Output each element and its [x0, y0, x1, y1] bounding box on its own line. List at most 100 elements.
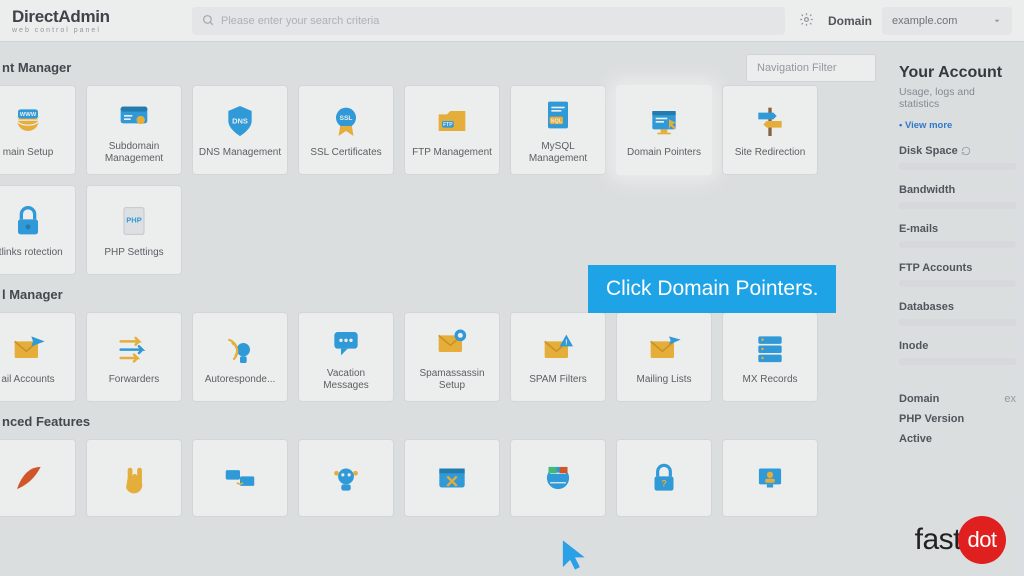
tile-domain-pointers[interactable]: Domain Pointers — [616, 85, 712, 175]
view-more-link[interactable]: • View more — [899, 120, 1016, 131]
tile-label: DNS Management — [199, 147, 281, 160]
tile-label: Autoresponde... — [205, 374, 276, 387]
dns-shield-icon: DNS — [220, 101, 260, 141]
stat-label: Databases — [899, 301, 1016, 313]
mail-plane-icon — [8, 328, 48, 368]
globe-swap-icon — [538, 458, 578, 498]
info-label: Domain — [899, 393, 939, 405]
tile-vacation-messages[interactable]: Vacation Messages — [298, 312, 394, 402]
tile-advanced-6[interactable] — [510, 439, 606, 517]
tile-label: SPAM Filters — [529, 374, 587, 387]
tile-label: Spamassassin Setup — [409, 368, 495, 393]
tile-domain-setup[interactable]: WWW main Setup — [0, 85, 76, 175]
envelope-warn-icon: ! — [538, 328, 578, 368]
stat-databases: Databases — [899, 301, 1016, 326]
chat-bubble-icon — [326, 322, 366, 362]
tile-label: SSL Certificates — [310, 147, 381, 160]
globe-www-icon: WWW — [8, 101, 48, 141]
stat-ftp: FTP Accounts — [899, 262, 1016, 287]
stat-bar — [899, 358, 1016, 365]
ftp-folder-icon: FTP — [432, 101, 472, 141]
tile-advanced-2[interactable] — [86, 439, 182, 517]
subdomain-icon — [114, 95, 154, 135]
section-title-advanced: nced Features — [0, 414, 889, 429]
tile-mysql-management[interactable]: SQL MySQL Management — [510, 85, 606, 175]
tile-label: Site Redirection — [735, 147, 806, 160]
gear-icon[interactable] — [799, 12, 814, 30]
tile-subdomain-management[interactable]: Subdomain Management — [86, 85, 182, 175]
tile-label: ail Accounts — [1, 374, 54, 387]
svg-text:?: ? — [661, 479, 667, 490]
lock-icon — [8, 201, 48, 241]
domain-pointer-icon — [644, 101, 684, 141]
search-icon — [202, 14, 215, 27]
search-input[interactable]: Please enter your search criteria — [192, 7, 785, 35]
stat-label: Inode — [899, 340, 1016, 352]
tiles-account: WWW main Setup Subdomain Management DNS … — [0, 85, 889, 275]
tile-site-redirection[interactable]: Site Redirection — [722, 85, 818, 175]
logo-suffix: dot — [958, 516, 1006, 564]
tile-advanced-4[interactable] — [298, 439, 394, 517]
feather-icon — [8, 458, 48, 498]
sidebar-info: Domainex PHP Version Active — [899, 385, 1016, 445]
tile-advanced-5[interactable] — [404, 439, 500, 517]
stat-label: Bandwidth — [899, 184, 1016, 196]
tiles-advanced: ? — [0, 439, 889, 517]
stat-inode: Inode — [899, 340, 1016, 365]
tile-hotlinks-protection[interactable]: otlinks rotection — [0, 185, 76, 275]
tile-advanced-3[interactable] — [192, 439, 288, 517]
brand: DirectAdmin web control panel — [12, 7, 192, 34]
tile-advanced-8[interactable] — [722, 439, 818, 517]
stat-bar — [899, 163, 1016, 170]
tile-mx-records[interactable]: MX Records — [722, 312, 818, 402]
svg-text:PHP: PHP — [126, 215, 141, 224]
svg-text:WWW: WWW — [20, 112, 37, 118]
forward-arrows-icon — [114, 328, 154, 368]
cursor-icon — [560, 538, 590, 572]
sidebar-subtext: Usage, logs and statistics — [899, 86, 1016, 110]
tile-mailing-lists[interactable]: Mailing Lists — [616, 312, 712, 402]
logo-prefix: fast — [915, 523, 961, 557]
sidebar-heading: Your Account — [899, 64, 1016, 82]
php-doc-icon: PHP — [114, 201, 154, 241]
tile-ftp-management[interactable]: FTP FTP Management — [404, 85, 500, 175]
tile-label: MX Records — [742, 374, 797, 387]
refresh-icon[interactable] — [961, 146, 971, 156]
brand-name: DirectAdmin — [12, 7, 192, 27]
svg-text:!: ! — [565, 337, 568, 346]
instruction-callout: Click Domain Pointers. — [588, 265, 836, 313]
tile-dns-management[interactable]: DNS DNS Management — [192, 85, 288, 175]
tile-label: PHP Settings — [104, 247, 163, 260]
topbar: DirectAdmin web control panel Please ent… — [0, 0, 1024, 42]
tile-label: Vacation Messages — [303, 368, 389, 393]
svg-text:FTP: FTP — [443, 122, 453, 128]
stat-bar — [899, 280, 1016, 287]
sidebar: Your Account Usage, logs and statistics … — [889, 54, 1024, 529]
tile-ssl-certificates[interactable]: SSL SSL Certificates — [298, 85, 394, 175]
tile-email-accounts[interactable]: ail Accounts — [0, 312, 76, 402]
nav-filter-input[interactable]: Navigation Filter — [746, 54, 876, 82]
stat-bar — [899, 241, 1016, 248]
envelope-send-icon — [644, 328, 684, 368]
domain-select[interactable]: example.com — [882, 7, 1012, 35]
tile-label: main Setup — [3, 147, 54, 160]
stat-disk-space: Disk Space — [899, 145, 1016, 170]
tile-advanced-1[interactable] — [0, 439, 76, 517]
stat-label: E-mails — [899, 223, 1016, 235]
tile-autoresponders[interactable]: Autoresponde... — [192, 312, 288, 402]
tile-php-settings[interactable]: PHP PHP Settings — [86, 185, 182, 275]
tile-label: MySQL Management — [515, 141, 601, 166]
sql-document-icon: SQL — [538, 95, 578, 135]
tile-advanced-7[interactable]: ? — [616, 439, 712, 517]
stat-emails: E-mails — [899, 223, 1016, 248]
tiles-mail: ail Accounts Forwarders Autoresponde... … — [0, 312, 889, 402]
info-label: Active — [899, 425, 1016, 445]
tile-forwarders[interactable]: Forwarders — [86, 312, 182, 402]
stat-bandwidth: Bandwidth — [899, 184, 1016, 209]
tile-spamassassin[interactable]: Spamassassin Setup — [404, 312, 500, 402]
fastdot-logo: fastdot — [915, 516, 1006, 564]
lock-q-icon: ? — [644, 458, 684, 498]
server-stack-icon — [750, 328, 790, 368]
tile-label: Subdomain Management — [91, 141, 177, 166]
tile-spam-filters[interactable]: ! SPAM Filters — [510, 312, 606, 402]
